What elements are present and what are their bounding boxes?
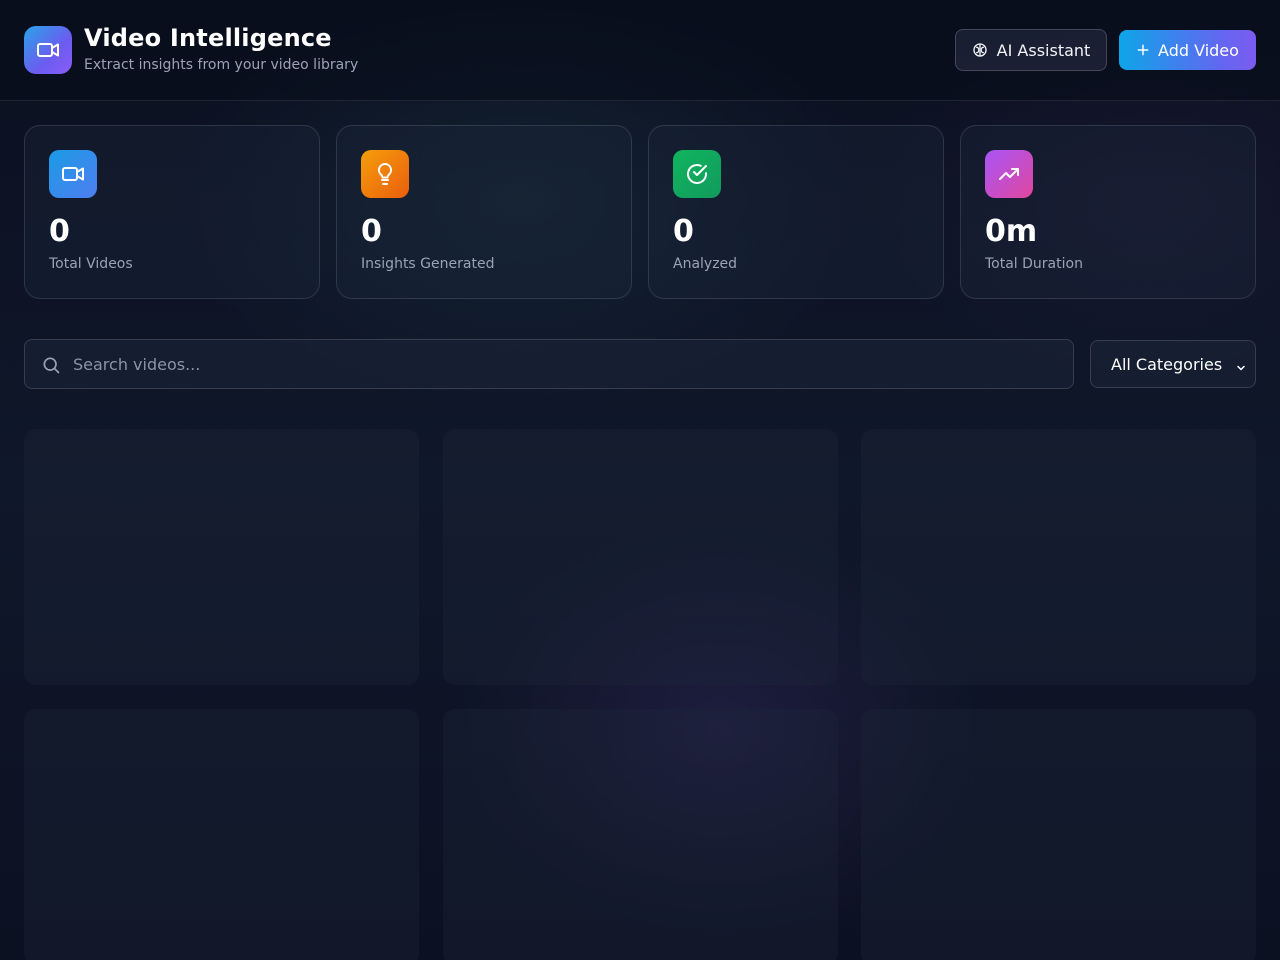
stat-card-total-videos: 0 Total Videos — [24, 125, 320, 299]
trending-up-icon — [985, 150, 1033, 198]
stat-value: 0 — [673, 214, 694, 249]
search-box — [24, 339, 1074, 389]
stat-value: 0m — [985, 214, 1038, 249]
video-card-placeholder — [24, 709, 419, 960]
ai-assistant-button[interactable]: AI Assistant — [955, 29, 1107, 71]
category-select-value: All Categories — [1111, 354, 1223, 374]
stat-value: 0 — [361, 214, 382, 249]
plus-icon — [1136, 43, 1150, 57]
app-title: Video Intelligence — [84, 24, 332, 52]
stat-label: Total Videos — [49, 256, 133, 272]
video-card-placeholder — [443, 429, 838, 685]
check-circle-icon — [673, 150, 721, 198]
search-input[interactable] — [73, 340, 1063, 388]
video-card-placeholder — [24, 429, 419, 685]
brain-icon — [972, 42, 988, 58]
app-header: Video Intelligence Extract insights from… — [0, 0, 1280, 101]
add-video-label: Add Video — [1158, 40, 1239, 60]
stat-value: 0 — [49, 214, 70, 249]
video-camera-icon — [24, 26, 72, 74]
stat-card-duration: 0m Total Duration — [960, 125, 1256, 299]
video-card-placeholder — [861, 709, 1256, 960]
stat-card-insights: 0 Insights Generated — [336, 125, 632, 299]
chevron-down-icon — [1235, 359, 1247, 371]
video-card-placeholder — [443, 709, 838, 960]
stat-label: Analyzed — [673, 256, 738, 272]
ai-assistant-label: AI Assistant — [996, 40, 1091, 60]
search-icon — [41, 355, 61, 375]
stat-label: Total Duration — [985, 256, 1083, 272]
video-card-placeholder — [861, 429, 1256, 685]
category-select[interactable]: All Categories — [1090, 340, 1256, 388]
lightbulb-icon — [361, 150, 409, 198]
stat-label: Insights Generated — [361, 256, 495, 272]
app-subtitle: Extract insights from your video library — [84, 57, 359, 73]
video-camera-icon — [49, 150, 97, 198]
stat-card-analyzed: 0 Analyzed — [648, 125, 944, 299]
add-video-button[interactable]: Add Video — [1119, 30, 1256, 70]
